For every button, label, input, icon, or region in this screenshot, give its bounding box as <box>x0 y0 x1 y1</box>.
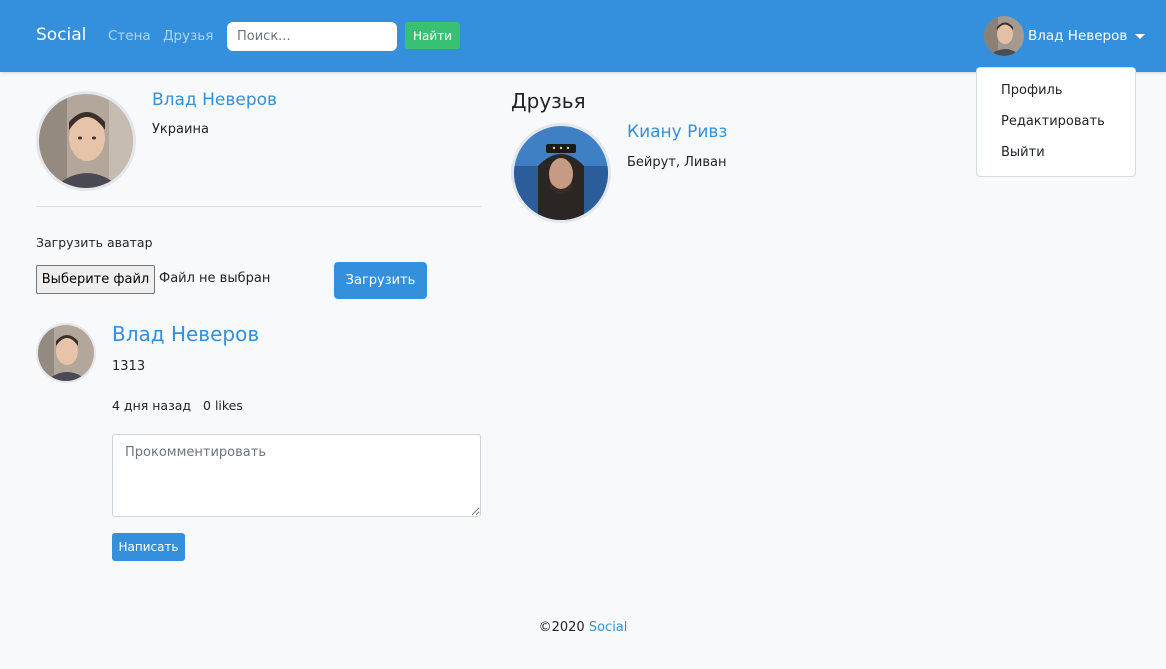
post-likes[interactable]: 0 likes <box>203 398 243 413</box>
dropdown-item-profile[interactable]: Профиль <box>977 80 1135 111</box>
upload-avatar-label: Загрузить аватар <box>36 235 153 250</box>
post-author-avatar <box>36 323 96 383</box>
caret-down-icon <box>1135 33 1146 39</box>
post-meta: 4 дня назад 0 likes <box>112 398 243 413</box>
user-name: Влад Неверов <box>1028 28 1128 44</box>
friend-location: Бейрут, Ливан <box>627 155 727 170</box>
friend-avatar <box>511 123 611 223</box>
post-text: 1313 <box>112 359 146 374</box>
submit-comment-button[interactable]: Написать <box>112 533 185 561</box>
dropdown-item-edit[interactable]: Редактировать <box>977 111 1135 142</box>
post-time: 4 дня назад <box>112 398 192 413</box>
nav-link-friends[interactable]: Друзья <box>163 28 213 44</box>
user-avatar <box>984 16 1024 56</box>
brand-link[interactable]: Social <box>36 25 86 45</box>
choose-file-button[interactable]: Выберите файл <box>36 265 155 294</box>
friends-heading: Друзья <box>511 89 586 113</box>
search-input[interactable] <box>227 22 397 51</box>
footer: ©2020 Social <box>0 620 1166 635</box>
comment-input[interactable] <box>112 434 481 517</box>
profile-name[interactable]: Влад Неверов <box>152 90 277 110</box>
dropdown-item-logout[interactable]: Выйти <box>977 142 1135 173</box>
user-dropdown-menu: Профиль Редактировать Выйти <box>976 67 1136 177</box>
footer-link[interactable]: Social <box>589 620 628 635</box>
upload-button[interactable]: Загрузить <box>334 262 427 299</box>
file-status: Файл не выбран <box>159 271 271 286</box>
post-author[interactable]: Влад Неверов <box>112 322 259 346</box>
search-button[interactable]: Найти <box>405 22 460 49</box>
navbar: Social Стена Друзья Найти Влад Неверов <box>0 0 1166 72</box>
footer-copyright: ©2020 <box>538 620 585 635</box>
profile-avatar <box>36 91 136 191</box>
friend-name[interactable]: Киану Ривз <box>627 122 727 142</box>
user-menu-toggle[interactable]: Влад Неверов <box>984 16 1146 56</box>
nav-link-wall[interactable]: Стена <box>108 28 151 44</box>
profile-country: Украина <box>152 122 209 137</box>
divider <box>36 206 481 207</box>
